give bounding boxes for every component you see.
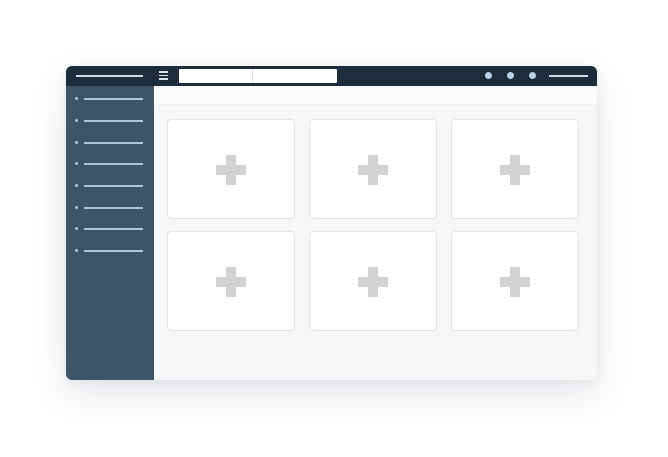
bullet-icon: [75, 119, 78, 122]
add-widget-tile[interactable]: [167, 231, 295, 331]
bullet-icon: [75, 97, 78, 100]
sidebar-item-label: [84, 250, 143, 252]
plus-icon: [358, 155, 388, 185]
search-divider: [252, 69, 253, 83]
sidebar-item[interactable]: [75, 117, 145, 123]
hamburger-icon[interactable]: [159, 71, 168, 80]
sidebar: [66, 86, 154, 380]
sidebar-item-label: [84, 120, 143, 122]
add-widget-tile[interactable]: [451, 231, 579, 331]
plus-icon: [500, 155, 530, 185]
sidebar-item[interactable]: [75, 160, 145, 166]
app-window: [66, 66, 597, 380]
plus-icon: [216, 155, 246, 185]
sidebar-item-label: [84, 185, 143, 187]
content-header: [154, 86, 597, 105]
sidebar-item-label: [84, 228, 143, 230]
message-dot-icon[interactable]: [507, 72, 514, 79]
sidebar-item[interactable]: [75, 247, 145, 253]
bullet-icon: [75, 141, 78, 144]
sidebar-item[interactable]: [75, 204, 145, 210]
top-bar: [66, 66, 597, 86]
add-widget-tile[interactable]: [309, 119, 437, 219]
plus-icon: [216, 267, 246, 297]
sidebar-item-label: [84, 163, 143, 165]
add-widget-tile[interactable]: [167, 119, 295, 219]
sidebar-item-label: [84, 142, 143, 144]
add-widget-tile[interactable]: [309, 231, 437, 331]
plus-icon: [358, 267, 388, 297]
bullet-icon: [75, 249, 78, 252]
user-menu[interactable]: [549, 75, 588, 77]
add-widget-tile[interactable]: [451, 119, 579, 219]
sidebar-item-label: [84, 98, 143, 100]
bullet-icon: [75, 162, 78, 165]
bullet-icon: [75, 184, 78, 187]
bullet-icon: [75, 227, 78, 230]
sidebar-item[interactable]: [75, 139, 145, 145]
bullet-icon: [75, 206, 78, 209]
sidebar-item[interactable]: [75, 225, 145, 231]
search-input[interactable]: [179, 69, 337, 83]
scene: [0, 0, 668, 457]
sidebar-item[interactable]: [75, 95, 145, 101]
notification-dot-icon[interactable]: [485, 72, 492, 79]
logo-placeholder: [76, 75, 143, 77]
plus-icon: [500, 267, 530, 297]
sidebar-item-label: [84, 207, 143, 209]
settings-dot-icon[interactable]: [529, 72, 536, 79]
sidebar-item[interactable]: [75, 182, 145, 188]
